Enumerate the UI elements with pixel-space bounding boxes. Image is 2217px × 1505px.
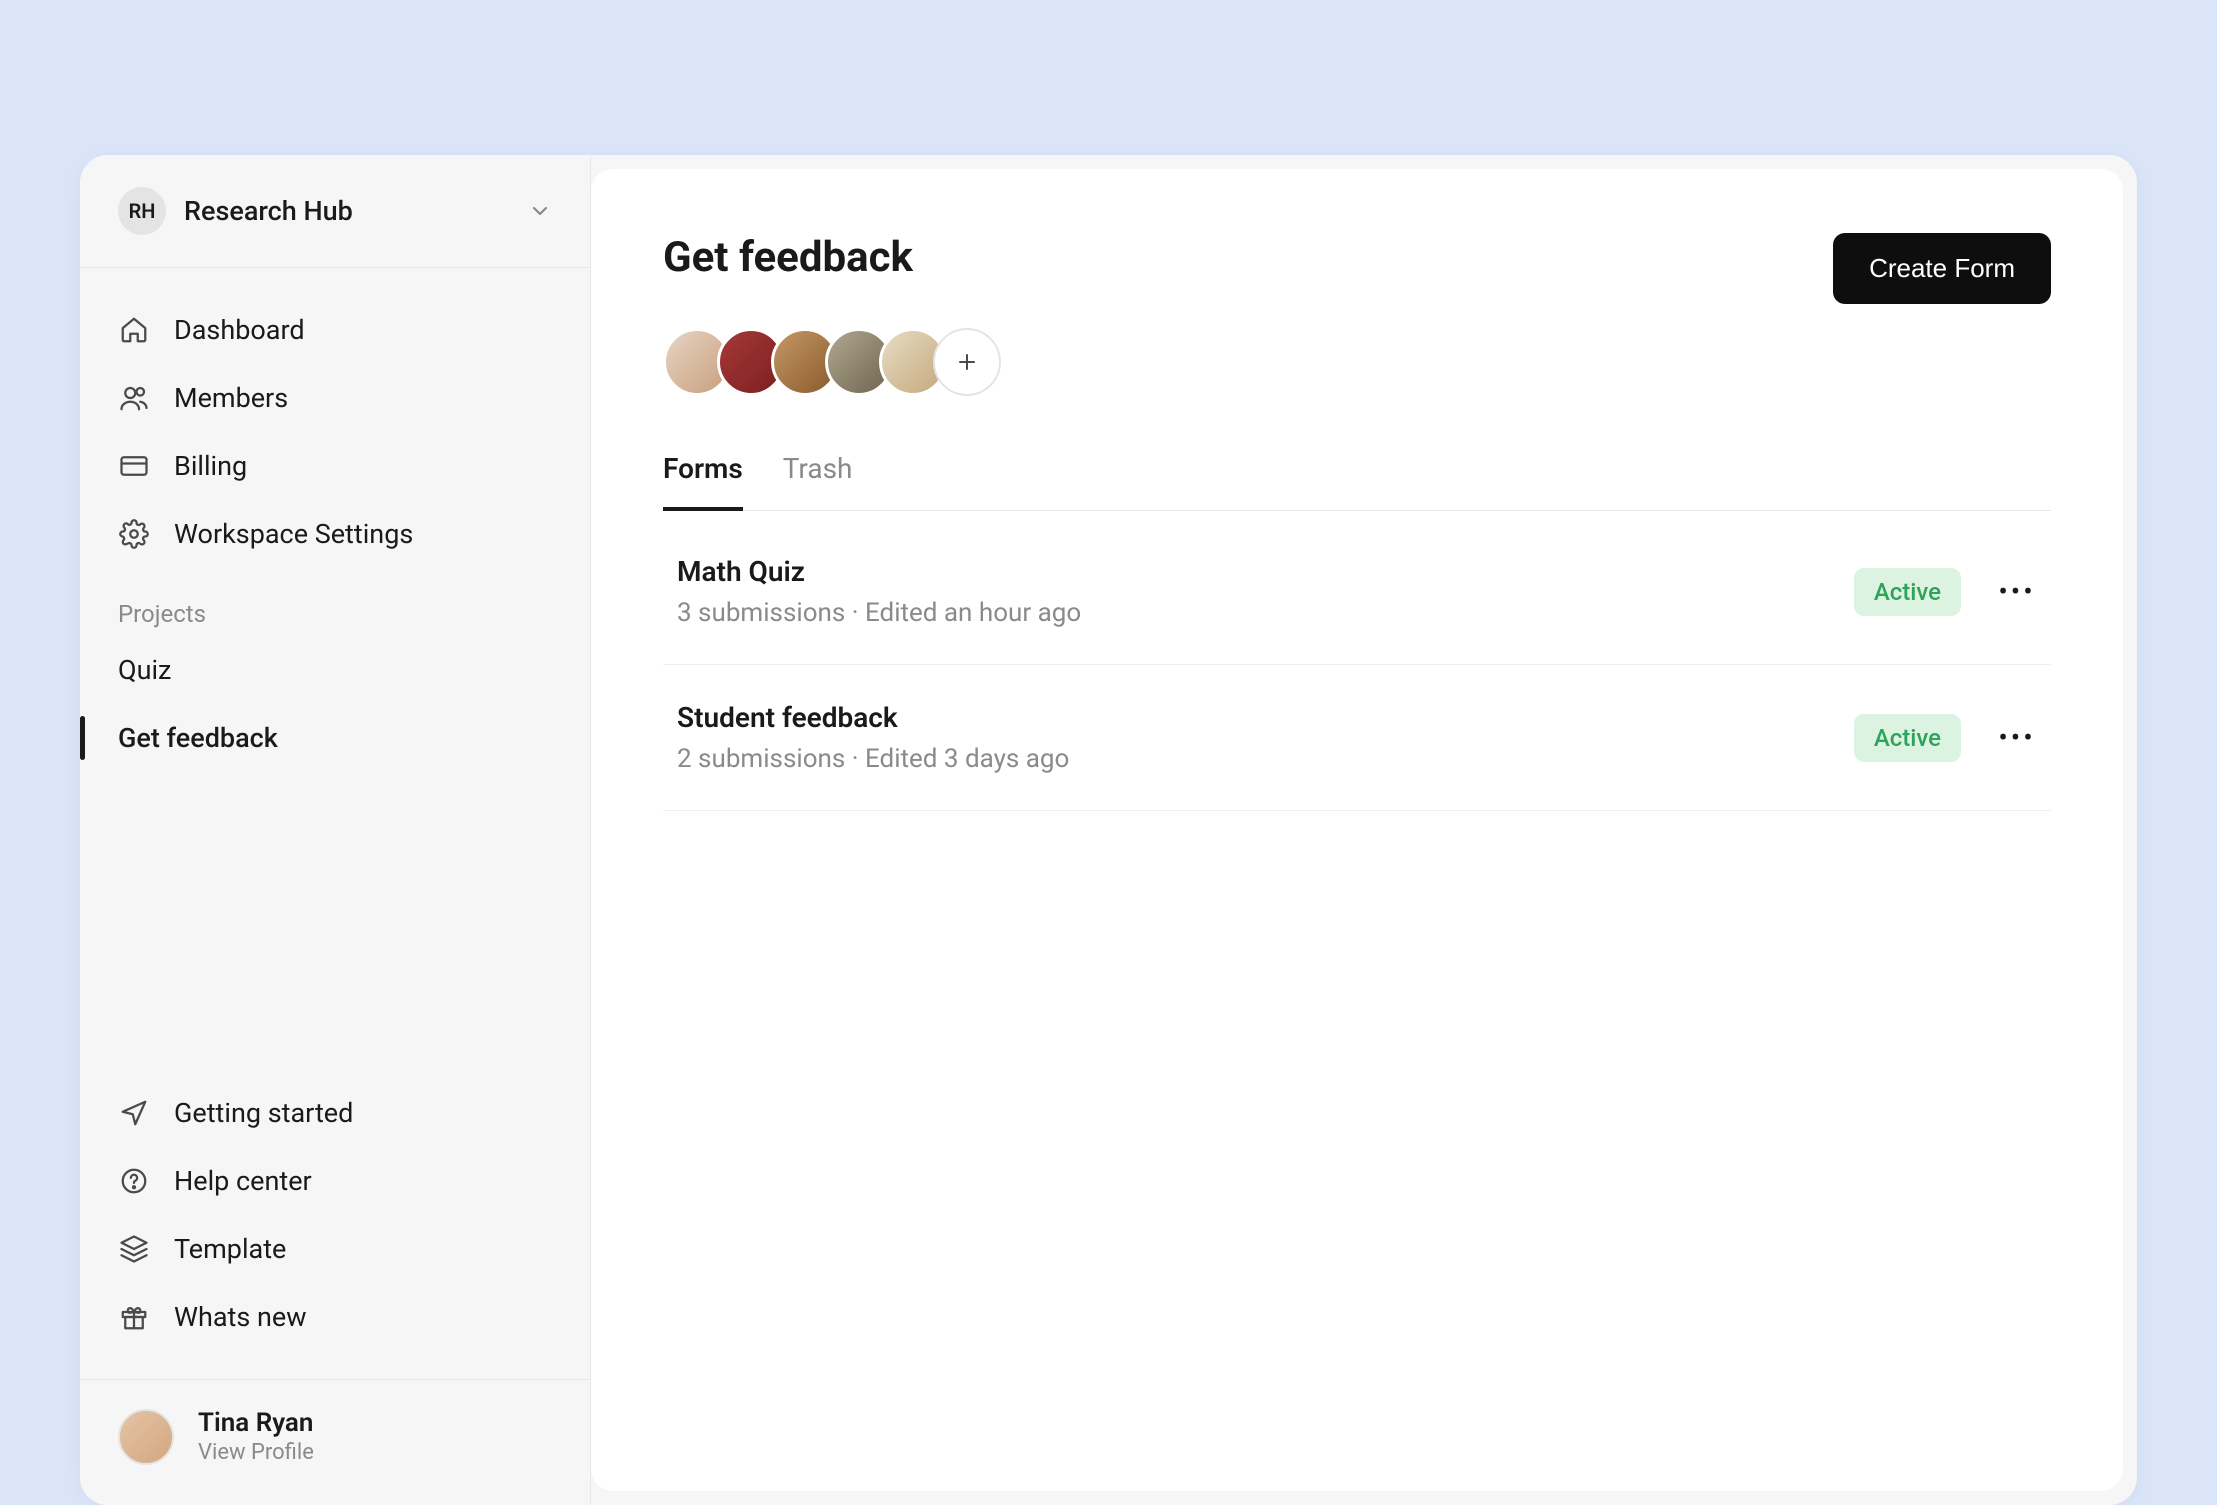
tab-trash[interactable]: Trash [783, 452, 853, 511]
arrow-icon [118, 1097, 150, 1129]
sidebar-item-getting-started[interactable]: Getting started [102, 1079, 568, 1147]
workspace-name: Research Hub [184, 195, 510, 227]
page-title: Get feedback [663, 233, 913, 282]
sidebar-item-whats-new[interactable]: Whats new [102, 1283, 568, 1351]
members-avatars [663, 328, 2051, 396]
workspace-selector[interactable]: RH Research Hub [80, 155, 590, 268]
primary-nav: Dashboard Members Billing Workspace Sett… [80, 268, 590, 568]
main-header: Get feedback Create Form [663, 233, 2051, 304]
sidebar-item-label: Whats new [174, 1301, 307, 1333]
user-name: Tina Ryan [198, 1408, 314, 1438]
more-icon: ••• [1998, 575, 2035, 608]
footer-nav: Getting started Help center Template Wha… [80, 1063, 590, 1379]
home-icon [118, 314, 150, 346]
sidebar-item-billing[interactable]: Billing [102, 432, 568, 500]
status-badge: Active [1854, 714, 1961, 762]
form-title: Math Quiz [677, 555, 1854, 588]
project-item-get-feedback[interactable]: Get feedback [80, 704, 590, 772]
app-window: RH Research Hub Dashboard Members [80, 155, 2137, 1505]
help-icon [118, 1165, 150, 1197]
sidebar-item-label: Billing [174, 450, 247, 482]
row-menu-button[interactable]: ••• [1997, 572, 2037, 612]
project-item-label: Get feedback [118, 722, 278, 754]
sidebar-item-label: Members [174, 382, 288, 414]
gear-icon [118, 518, 150, 550]
add-member-button[interactable] [933, 328, 1001, 396]
sidebar-item-template[interactable]: Template [102, 1215, 568, 1283]
sidebar-item-label: Getting started [174, 1097, 353, 1129]
chevron-down-icon [528, 199, 552, 223]
form-meta: 2 submissions · Edited 3 days ago [677, 744, 1854, 774]
sidebar-item-members[interactable]: Members [102, 364, 568, 432]
sidebar-item-label: Help center [174, 1165, 312, 1197]
project-item-quiz[interactable]: Quiz [80, 636, 590, 704]
more-icon: ••• [1998, 721, 2035, 754]
create-form-button[interactable]: Create Form [1833, 233, 2051, 304]
credit-card-icon [118, 450, 150, 482]
sidebar-item-dashboard[interactable]: Dashboard [102, 296, 568, 364]
content-tabs: Forms Trash [663, 452, 2051, 511]
form-row[interactable]: Math Quiz 3 submissions · Edited an hour… [663, 519, 2051, 665]
plus-icon [955, 350, 979, 374]
gift-icon [118, 1301, 150, 1333]
view-profile-link[interactable]: View Profile [198, 1440, 314, 1465]
sidebar-item-label: Dashboard [174, 314, 305, 346]
sidebar: RH Research Hub Dashboard Members [80, 155, 591, 1505]
users-icon [118, 382, 150, 414]
sidebar-item-help-center[interactable]: Help center [102, 1147, 568, 1215]
layers-icon [118, 1233, 150, 1265]
tab-forms[interactable]: Forms [663, 452, 743, 511]
avatar [118, 1409, 174, 1465]
forms-list: Math Quiz 3 submissions · Edited an hour… [663, 519, 2051, 811]
project-item-label: Quiz [118, 654, 171, 686]
user-profile-card[interactable]: Tina Ryan View Profile [80, 1379, 590, 1505]
sidebar-item-label: Template [174, 1233, 286, 1265]
sidebar-item-settings[interactable]: Workspace Settings [102, 500, 568, 568]
row-menu-button[interactable]: ••• [1997, 718, 2037, 758]
projects-list: Quiz Get feedback [80, 636, 590, 772]
form-title: Student feedback [677, 701, 1854, 734]
status-badge: Active [1854, 568, 1961, 616]
sidebar-item-label: Workspace Settings [174, 518, 413, 550]
form-meta: 3 submissions · Edited an hour ago [677, 598, 1854, 628]
projects-section-label: Projects [80, 568, 590, 636]
form-row[interactable]: Student feedback 2 submissions · Edited … [663, 665, 2051, 811]
workspace-avatar: RH [118, 187, 166, 235]
main-content: Get feedback Create Form Forms Trash Mat… [591, 169, 2123, 1491]
